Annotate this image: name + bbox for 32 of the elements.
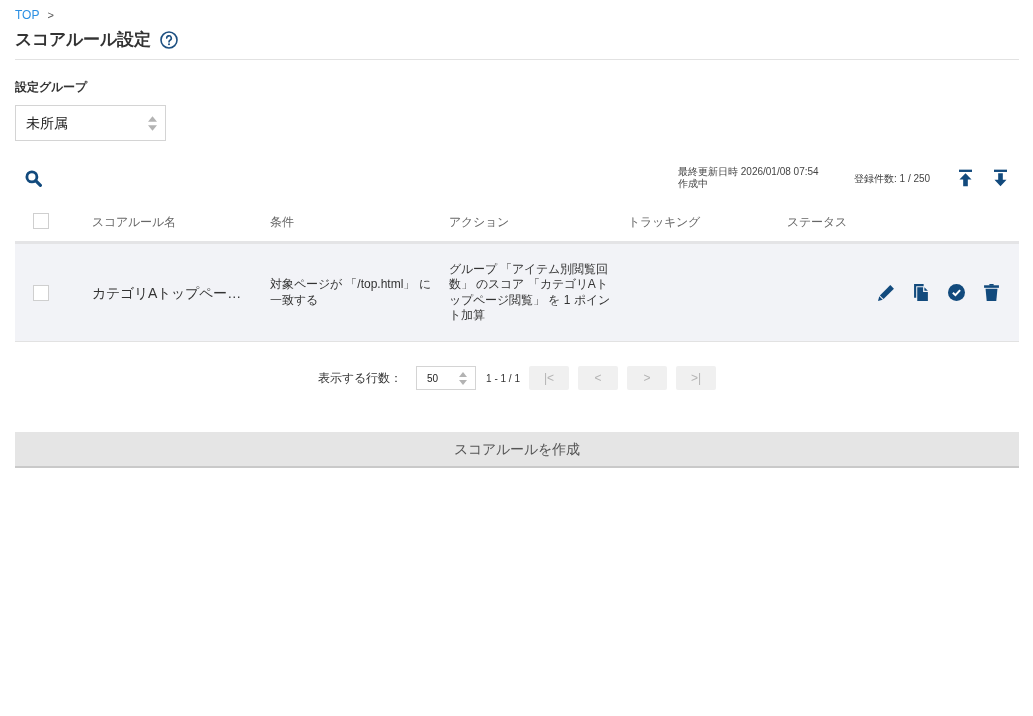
- rows-per-page-select[interactable]: 50: [416, 366, 477, 390]
- condition-text: 対象ページが 「/top.html」 に一致する: [270, 277, 431, 307]
- field-label: 設定グループ: [15, 79, 87, 95]
- group-select[interactable]: 未所属: [15, 105, 166, 141]
- upload-icon[interactable]: [959, 169, 972, 187]
- column-header: アクション: [449, 215, 509, 229]
- create-button[interactable]: スコアルールを作成: [15, 432, 1019, 468]
- checkbox[interactable]: [33, 213, 49, 229]
- checkbox[interactable]: [33, 284, 49, 301]
- column-header: 条件: [270, 215, 294, 229]
- help-icon[interactable]: [160, 30, 178, 49]
- download-icon[interactable]: [994, 169, 1007, 187]
- breadcrumb-separator: >: [47, 8, 54, 22]
- page-range-text: 1 - 1 / 1: [486, 371, 520, 386]
- rule-name-text: カテゴリAトップペー…: [92, 284, 242, 301]
- action-text: グループ 「アイテム別閲覧回数」 のスコア 「カテゴリAトップページ閲覧」 を 1 ポイント加算: [449, 261, 610, 322]
- check-circle-icon[interactable]: [948, 284, 965, 301]
- last-updated-text: 最終更新日時 2026/01/08 07:54: [678, 166, 820, 178]
- column-header: スコアルール名: [92, 215, 176, 229]
- column-header: トラッキング: [628, 215, 700, 229]
- pencil-icon[interactable]: [878, 284, 895, 301]
- record-count-text: 登録件数: 1 / 250: [854, 171, 932, 186]
- copy-icon[interactable]: [913, 284, 930, 301]
- breadcrumb-link[interactable]: TOP: [15, 8, 40, 22]
- column-header: ステータス: [787, 215, 847, 229]
- stepper-arrows-icon: [459, 371, 468, 385]
- search-icon[interactable]: [25, 169, 42, 187]
- draft-status-text: 作成中: [678, 178, 709, 190]
- trash-icon[interactable]: [983, 284, 1000, 301]
- page-title: スコアルール設定: [15, 28, 151, 51]
- rows-per-page-label: 表示する行数：: [318, 370, 403, 387]
- stepper-arrows-icon: [148, 115, 157, 131]
